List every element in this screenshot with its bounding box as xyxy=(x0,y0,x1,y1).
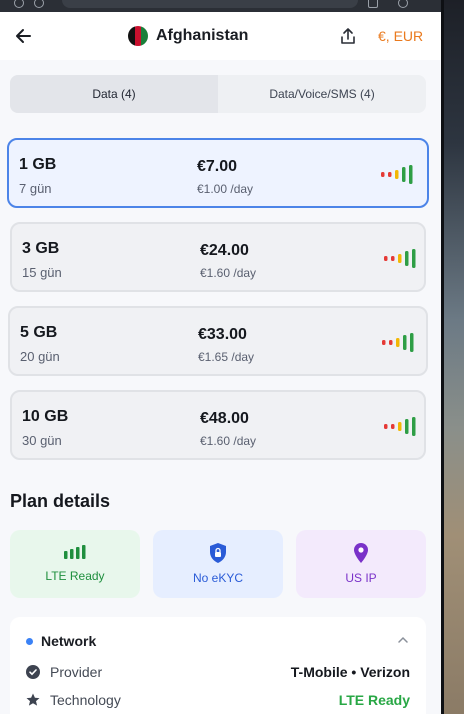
background-photo xyxy=(444,0,464,714)
network-header[interactable]: Network xyxy=(26,633,96,649)
signal-strength-icon xyxy=(384,249,416,268)
network-row-technology: Technology LTE Ready xyxy=(26,690,410,710)
plan-details-heading: Plan details xyxy=(10,491,111,511)
plan-duration: 15 gün xyxy=(22,265,62,280)
bullet-dot-icon xyxy=(26,637,33,645)
info-icon[interactable] xyxy=(34,0,44,8)
plan-card[interactable]: 10 GB 30 gün €48.00 €1.60 /day xyxy=(10,390,426,460)
feature-label: LTE Ready xyxy=(45,569,105,583)
afghanistan-flag-icon xyxy=(128,26,148,46)
signal-strength-icon xyxy=(382,333,414,352)
plan-per-day-price: €1.00 /day xyxy=(197,182,254,196)
plan-card[interactable]: 3 GB 15 gün €24.00 €1.60 /day xyxy=(10,222,426,292)
signal-strength-icon xyxy=(381,165,413,184)
tab-data-voice-sms[interactable]: Data/Voice/SMS (4) xyxy=(218,75,426,113)
plan-size: 1 GB xyxy=(19,156,57,173)
plan-duration: 7 gün xyxy=(19,181,52,196)
plan-price: €33.00 xyxy=(198,326,247,343)
top-bar: Afghanistan €, EUR xyxy=(0,12,441,60)
star-icon xyxy=(26,693,40,706)
plan-duration: 20 gün xyxy=(20,349,60,364)
tab-data[interactable]: Data (4) xyxy=(10,75,218,113)
back-arrow-icon[interactable] xyxy=(14,26,34,46)
network-row-provider: Provider T-Mobile • Verizon xyxy=(26,662,410,682)
feature-label: US IP xyxy=(345,571,377,585)
currency-selector[interactable]: €, EUR xyxy=(378,28,423,44)
row-value: T-Mobile • Verizon xyxy=(290,664,410,680)
row-label: Provider xyxy=(50,664,103,680)
signal-strength-icon xyxy=(384,417,416,436)
chevron-up-icon[interactable] xyxy=(396,633,410,647)
browser-tab-strip xyxy=(0,0,444,12)
plan-size: 3 GB xyxy=(22,240,60,257)
share-icon[interactable] xyxy=(338,26,358,46)
plan-price: €24.00 xyxy=(200,242,249,259)
plan-per-day-price: €1.65 /day xyxy=(198,350,255,364)
location-pin-icon xyxy=(354,543,368,563)
plan-duration: 30 gün xyxy=(22,433,62,448)
reload-icon[interactable] xyxy=(14,0,24,8)
network-title: Network xyxy=(41,633,97,649)
plan-per-day-price: €1.60 /day xyxy=(200,266,257,280)
row-value: LTE Ready xyxy=(338,692,410,708)
network-section: Network Provider T-Mobile • Verizon Tech… xyxy=(10,617,426,714)
plan-size: 5 GB xyxy=(20,324,58,341)
plan-type-tabs: Data (4) Data/Voice/SMS (4) xyxy=(10,75,426,113)
country-name: Afghanistan xyxy=(156,27,249,44)
feature-no-ekyc: No eKYC xyxy=(153,530,283,598)
signal-bars-icon xyxy=(64,545,86,559)
plan-size: 10 GB xyxy=(22,408,69,425)
row-label: Technology xyxy=(50,692,121,708)
page-title: Afghanistan xyxy=(128,24,248,48)
plan-price: €7.00 xyxy=(197,158,238,175)
plan-card[interactable]: 1 GB 7 gün €7.00 €1.00 /day xyxy=(7,138,429,208)
plan-price: €48.00 xyxy=(200,410,249,427)
plan-per-day-price: €1.60 /day xyxy=(200,434,257,448)
check-circle-icon xyxy=(26,665,40,679)
feature-us-ip: US IP xyxy=(296,530,426,598)
esim-plan-page: Afghanistan €, EUR Data (4) Data/Voice/S… xyxy=(0,12,441,714)
extension-icon[interactable] xyxy=(368,0,378,8)
address-bar[interactable] xyxy=(62,0,358,8)
feature-label: No eKYC xyxy=(192,571,244,585)
plan-card[interactable]: 5 GB 20 gün €33.00 €1.65 /day xyxy=(8,306,428,376)
feature-lte-ready: LTE Ready xyxy=(10,530,140,598)
shield-lock-icon xyxy=(210,543,226,563)
profile-icon[interactable] xyxy=(398,0,408,8)
